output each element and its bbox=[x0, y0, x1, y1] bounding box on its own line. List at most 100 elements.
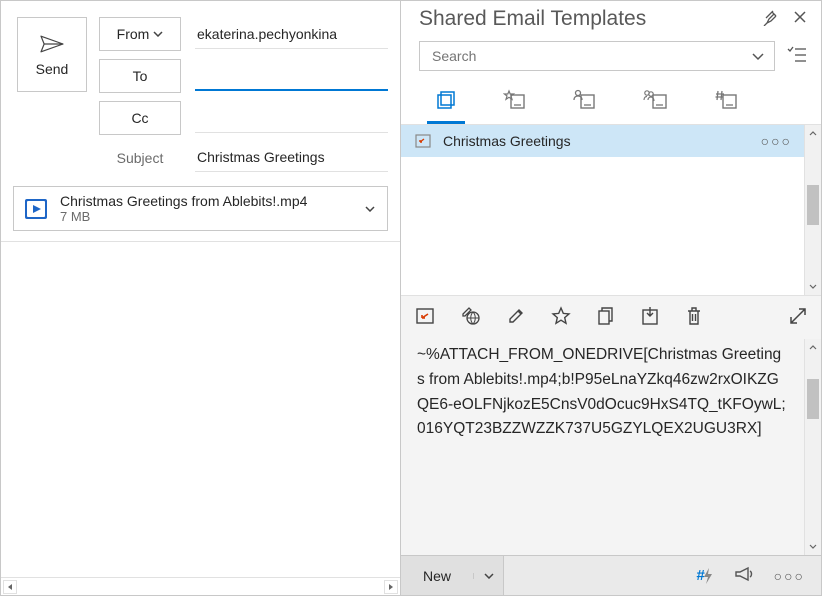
attachment-menu[interactable] bbox=[361, 206, 379, 212]
video-file-icon bbox=[22, 195, 50, 223]
scroll-down-arrow[interactable] bbox=[805, 538, 821, 555]
send-column: Send bbox=[17, 17, 87, 172]
horizontal-scrollbar[interactable] bbox=[1, 577, 400, 595]
bottom-bar: New # ○○○ bbox=[401, 555, 821, 595]
scroll-thumb[interactable] bbox=[807, 379, 819, 419]
delete-button[interactable] bbox=[685, 306, 703, 329]
template-item-menu[interactable]: ○○○ bbox=[761, 133, 792, 149]
to-input[interactable] bbox=[195, 61, 388, 91]
category-tabs bbox=[401, 79, 821, 125]
search-box[interactable] bbox=[419, 41, 775, 71]
pen-globe-icon bbox=[461, 306, 481, 326]
from-row: From ekaterina.pechyonkina bbox=[99, 17, 388, 51]
more-button[interactable]: ○○○ bbox=[774, 568, 805, 584]
templates-icon bbox=[435, 89, 457, 111]
expand-icon bbox=[789, 307, 807, 325]
favorite-templates-icon bbox=[503, 89, 527, 111]
template-item-christmas-greetings[interactable]: Christmas Greetings ○○○ bbox=[401, 125, 804, 157]
trash-icon bbox=[685, 306, 703, 326]
scroll-up-arrow[interactable] bbox=[805, 339, 821, 356]
message-body[interactable] bbox=[1, 242, 400, 577]
attachment-size: 7 MB bbox=[60, 209, 351, 224]
from-value[interactable]: ekaterina.pechyonkina bbox=[195, 20, 388, 49]
templates-list-area: Christmas Greetings ○○○ bbox=[401, 125, 821, 295]
search-dropdown[interactable] bbox=[752, 48, 764, 64]
subject-label: Subject bbox=[99, 150, 181, 166]
to-row: To bbox=[99, 59, 388, 93]
preview-scrollbar[interactable] bbox=[804, 339, 821, 555]
checklist-icon bbox=[787, 46, 807, 64]
scroll-thumb[interactable] bbox=[807, 185, 819, 225]
tab-team-templates[interactable] bbox=[635, 83, 677, 124]
edit-html-button[interactable] bbox=[461, 306, 481, 329]
attachment-area: Christmas Greetings from Ablebits!.mp4 7… bbox=[1, 176, 400, 242]
from-label: From bbox=[117, 26, 150, 42]
cc-button[interactable]: Cc bbox=[99, 101, 181, 135]
tab-macros[interactable] bbox=[707, 83, 747, 124]
import-button[interactable] bbox=[641, 306, 659, 329]
subject-row: Subject bbox=[99, 143, 388, 172]
new-button-group: New bbox=[401, 556, 504, 595]
close-icon bbox=[793, 10, 807, 24]
app-window: Send From ekaterina.pechyonkina To bbox=[0, 0, 822, 596]
template-item-label: Christmas Greetings bbox=[443, 133, 751, 149]
scroll-left-arrow[interactable] bbox=[3, 580, 17, 594]
templates-list: Christmas Greetings ○○○ bbox=[401, 125, 804, 295]
edit-button[interactable] bbox=[507, 307, 525, 328]
chevron-down-icon bbox=[484, 573, 494, 579]
send-button[interactable]: Send bbox=[17, 17, 87, 92]
announce-button[interactable] bbox=[734, 566, 754, 585]
triangle-left-icon bbox=[6, 583, 14, 591]
tab-all-templates[interactable] bbox=[427, 83, 465, 124]
expand-button[interactable] bbox=[789, 307, 807, 328]
close-button[interactable] bbox=[793, 10, 807, 29]
macros-button[interactable]: # bbox=[696, 567, 713, 584]
preview-area: ~%ATTACH_FROM_ONEDRIVE[Christmas Greetin… bbox=[401, 295, 821, 555]
header-actions bbox=[763, 10, 807, 29]
attachment-item[interactable]: Christmas Greetings from Ablebits!.mp4 7… bbox=[13, 186, 388, 231]
templates-panel: Shared Email Templates bbox=[401, 1, 821, 595]
chevron-down-icon bbox=[752, 53, 764, 61]
triangle-down-icon bbox=[809, 544, 817, 549]
hash-templates-icon bbox=[715, 89, 739, 111]
new-button[interactable]: New bbox=[401, 568, 473, 584]
template-icon bbox=[413, 133, 433, 149]
person-templates-icon bbox=[573, 89, 597, 111]
triangle-right-icon bbox=[387, 583, 395, 591]
scroll-down-arrow[interactable] bbox=[805, 278, 821, 295]
subject-input[interactable] bbox=[195, 143, 388, 172]
search-row bbox=[401, 37, 821, 79]
copy-button[interactable] bbox=[597, 306, 615, 329]
tab-favorites[interactable] bbox=[495, 83, 535, 124]
triangle-up-icon bbox=[809, 345, 817, 350]
search-input[interactable] bbox=[430, 47, 752, 65]
preview-toolbar bbox=[401, 296, 821, 339]
cc-input[interactable] bbox=[195, 104, 388, 133]
compose-header: Send From ekaterina.pechyonkina To bbox=[1, 1, 400, 176]
to-button[interactable]: To bbox=[99, 59, 181, 93]
header-fields: From ekaterina.pechyonkina To Cc bbox=[99, 17, 388, 172]
templates-title: Shared Email Templates bbox=[419, 7, 646, 31]
insert-template-button[interactable] bbox=[415, 307, 435, 328]
scroll-up-arrow[interactable] bbox=[805, 125, 821, 142]
import-icon bbox=[641, 306, 659, 326]
chevron-down-icon bbox=[365, 206, 375, 212]
new-dropdown[interactable] bbox=[473, 573, 503, 579]
list-scrollbar[interactable] bbox=[804, 125, 821, 295]
templates-header: Shared Email Templates bbox=[401, 1, 821, 37]
pin-button[interactable] bbox=[763, 10, 779, 29]
favorite-button[interactable] bbox=[551, 306, 571, 329]
preview-content[interactable]: ~%ATTACH_FROM_ONEDRIVE[Christmas Greetin… bbox=[401, 339, 804, 555]
from-button[interactable]: From bbox=[99, 17, 181, 51]
select-mode-button[interactable] bbox=[787, 46, 807, 67]
preview-content-wrap: ~%ATTACH_FROM_ONEDRIVE[Christmas Greetin… bbox=[401, 339, 821, 555]
scroll-right-arrow[interactable] bbox=[384, 580, 398, 594]
lightning-icon bbox=[702, 568, 714, 584]
tab-my-templates[interactable] bbox=[565, 83, 605, 124]
chevron-down-icon bbox=[153, 31, 163, 37]
megaphone-icon bbox=[734, 566, 754, 582]
triangle-up-icon bbox=[809, 131, 817, 136]
compose-panel: Send From ekaterina.pechyonkina To bbox=[1, 1, 401, 595]
insert-icon bbox=[415, 307, 435, 325]
pin-icon bbox=[763, 10, 779, 26]
